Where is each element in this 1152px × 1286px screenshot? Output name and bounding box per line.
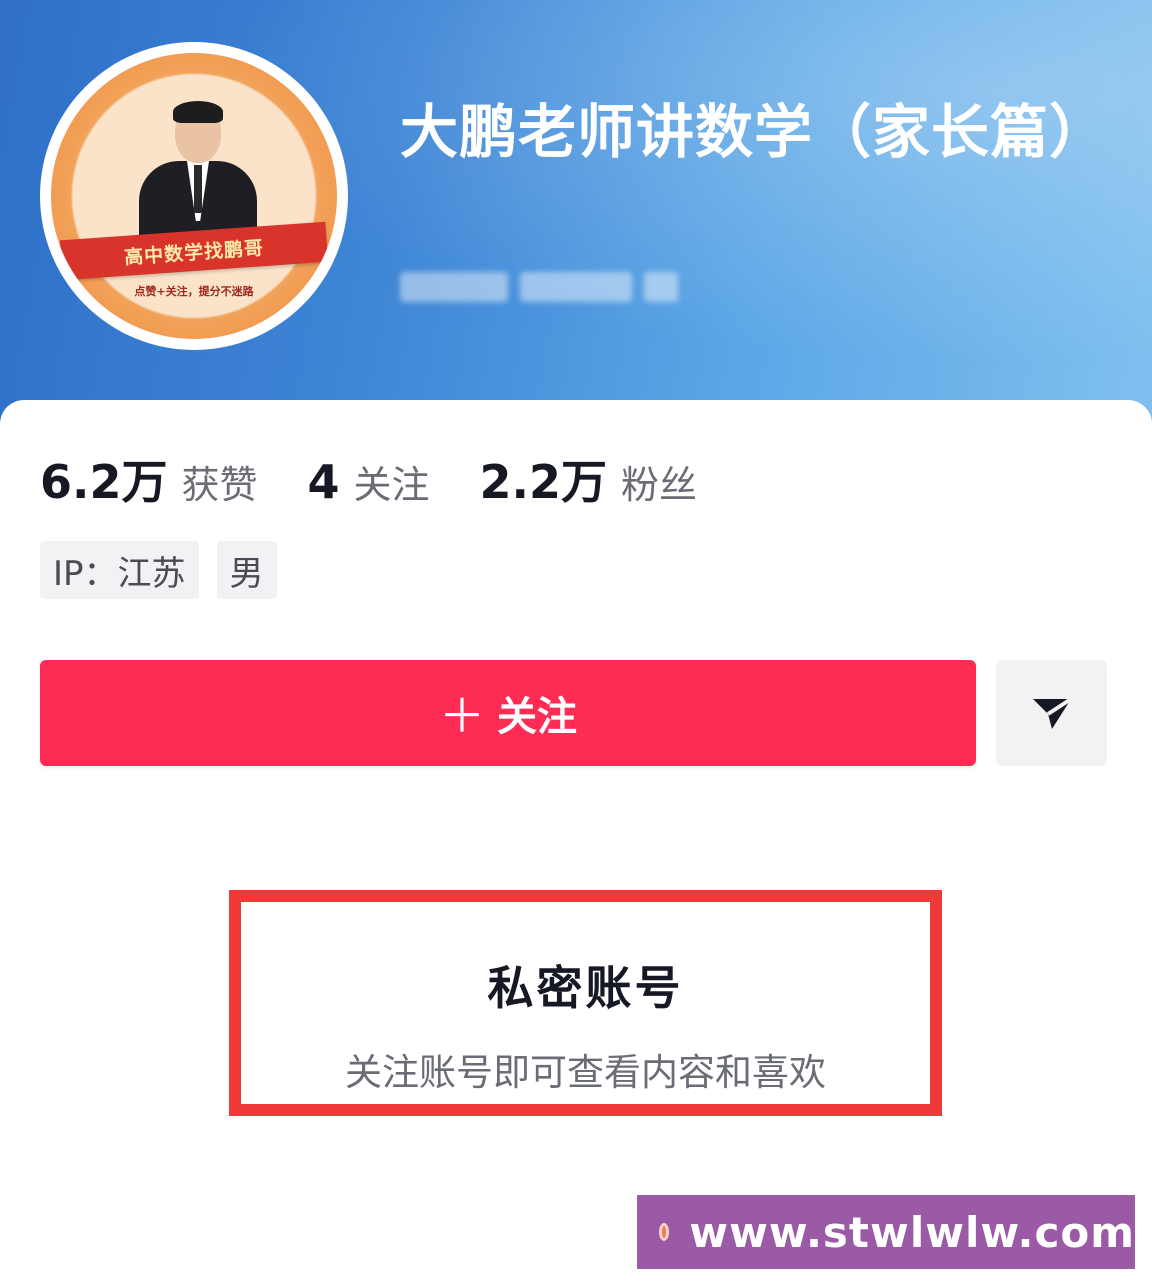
following-count[interactable]: 4 — [308, 455, 340, 509]
follow-button[interactable]: ＋ 关注 — [40, 660, 976, 766]
private-account-notice: 私密账号 关注账号即可查看内容和喜欢 — [229, 890, 942, 1116]
watermark-logo-icon — [659, 1223, 670, 1241]
private-account-subtitle: 关注账号即可查看内容和喜欢 — [345, 1051, 826, 1094]
watermark-text: www.stwlwlw.com — [689, 1207, 1135, 1257]
followers-count[interactable]: 2.2万 — [480, 446, 608, 512]
avatar[interactable]: 高中数学找鹏哥 点赞+关注，提分不迷路 — [40, 42, 348, 350]
profile-stats: 6.2万 获赞 4 关注 2.2万 粉丝 — [40, 446, 697, 509]
plus-icon: ＋ — [439, 689, 485, 743]
following-label[interactable]: 关注 — [354, 454, 430, 509]
profile-name: 大鹏老师讲数学（家长篇） — [400, 98, 1109, 166]
avatar-image: 高中数学找鹏哥 点赞+关注，提分不迷路 — [51, 53, 337, 339]
blurred-account-id — [400, 272, 705, 302]
share-button[interactable] — [996, 660, 1107, 766]
follow-button-label: 关注 — [497, 694, 577, 740]
watermark: www.stwlwlw.com — [637, 1195, 1135, 1269]
profile-card — [0, 400, 1152, 1286]
profile-page: 高中数学找鹏哥 点赞+关注，提分不迷路 大鹏老师讲数学（家长篇） 6.2万 获赞… — [0, 0, 1152, 1286]
profile-tags: IP：江苏 男 — [40, 541, 277, 599]
send-icon — [1032, 697, 1072, 729]
likes-label[interactable]: 获赞 — [182, 454, 258, 509]
followers-label[interactable]: 粉丝 — [621, 454, 697, 509]
ip-location-tag: IP：江苏 — [40, 541, 199, 599]
avatar-sub-text: 点赞+关注，提分不迷路 — [134, 285, 254, 298]
likes-count[interactable]: 6.2万 — [40, 446, 168, 512]
gender-tag: 男 — [216, 541, 277, 599]
private-account-title: 私密账号 — [487, 961, 684, 1015]
